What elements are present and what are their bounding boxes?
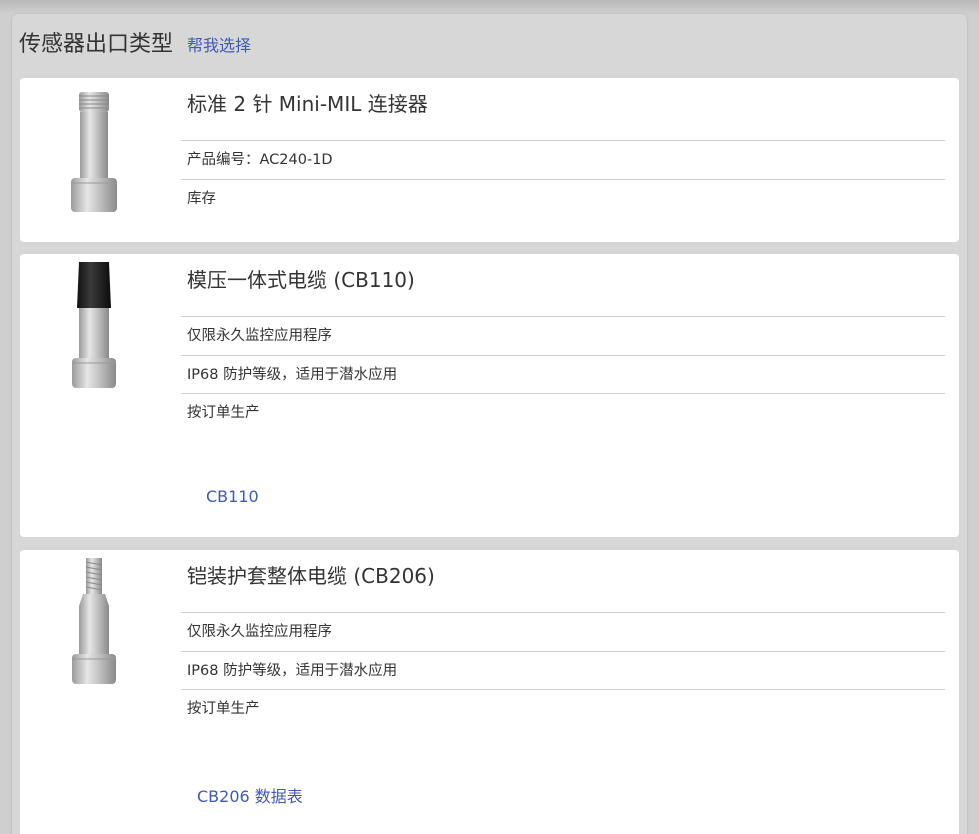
feature-text: 按订单生产 xyxy=(181,393,945,432)
option-title: 标准 2 针 Mini-MIL 连接器 xyxy=(187,92,428,116)
armored-cable-sensor-icon xyxy=(72,558,116,684)
panel-header: 传感器出口类型 帮我选择 xyxy=(19,26,251,58)
cb206-datasheet-link[interactable]: CB206 数据表 xyxy=(197,783,303,807)
sensor-outlet-panel: 传感器出口类型 帮我选择 标准 2 针 Mini-MIL 连接器 产品编号：AC… xyxy=(12,14,967,834)
option-card-cb206[interactable]: 铠装护套整体电缆 (CB206) 仅限永久监控应用程序 IP68 防护等级，适用… xyxy=(20,550,959,834)
stock-status-text: 库存 xyxy=(181,178,945,218)
option-info: 标准 2 针 Mini-MIL 连接器 产品编号：AC240-1D 库存 xyxy=(181,78,945,217)
option-card-cb110[interactable]: 模压一体式电缆 (CB110) 仅限永久监控应用程序 IP68 防护等级，适用于… xyxy=(20,254,959,537)
molded-cable-sensor-icon xyxy=(72,262,116,388)
help-me-choose-link[interactable]: 帮我选择 xyxy=(187,32,251,56)
option-info: 模压一体式电缆 (CB110) 仅限永久监控应用程序 IP68 防护等级，适用于… xyxy=(181,254,945,432)
feature-text: 按订单生产 xyxy=(181,689,945,728)
part-number-text: 产品编号：AC240-1D xyxy=(181,140,945,179)
feature-text: 仅限永久监控应用程序 xyxy=(181,316,945,355)
feature-text: IP68 防护等级，适用于潜水应用 xyxy=(181,650,945,690)
option-info: 铠装护套整体电缆 (CB206) 仅限永久监控应用程序 IP68 防护等级，适用… xyxy=(181,550,945,728)
feature-text: IP68 防护等级，适用于潜水应用 xyxy=(181,354,945,394)
option-title: 模压一体式电缆 (CB110) xyxy=(187,268,415,292)
option-card-mini-mil[interactable]: 标准 2 针 Mini-MIL 连接器 产品编号：AC240-1D 库存 xyxy=(20,78,959,242)
connector-sensor-icon xyxy=(71,92,117,212)
cb110-link[interactable]: CB110 xyxy=(206,487,259,506)
feature-text: 仅限永久监控应用程序 xyxy=(181,612,945,651)
option-title: 铠装护套整体电缆 (CB206) xyxy=(187,564,435,588)
page-title: 传感器出口类型 xyxy=(19,32,174,57)
